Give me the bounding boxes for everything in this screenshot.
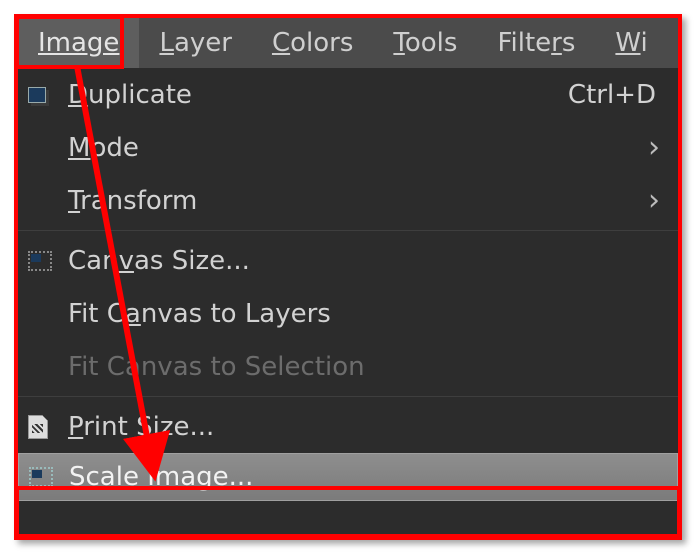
menu-item-label: Duplicate bbox=[68, 80, 192, 110]
menu-bar: Image Layer Colors Tools Filters Wi bbox=[18, 18, 678, 68]
menu-item-scale-image[interactable]: Scale Image... bbox=[18, 453, 678, 501]
menu-layer-label: Layer bbox=[159, 28, 232, 58]
menu-item-duplicate[interactable]: Duplicate Ctrl+D bbox=[18, 68, 678, 121]
menu-separator bbox=[18, 230, 678, 231]
menu-item-label: Scale Image... bbox=[69, 462, 253, 492]
menu-windows[interactable]: Wi bbox=[595, 18, 669, 68]
canvas-icon bbox=[28, 251, 68, 271]
screenshot-frame: Image Layer Colors Tools Filters Wi Dupl… bbox=[14, 14, 682, 540]
menu-item-shortcut: Ctrl+D bbox=[568, 80, 678, 110]
duplicate-icon bbox=[28, 87, 68, 103]
menu-item-label: Fit Canvas to Selection bbox=[68, 352, 365, 382]
image-menu-dropdown: Duplicate Ctrl+D Mode › Transform › Canv… bbox=[18, 68, 678, 536]
menu-item-print-size[interactable]: Print Size... bbox=[18, 400, 678, 453]
scale-icon bbox=[29, 467, 69, 487]
menu-filters-label: Filters bbox=[497, 28, 575, 58]
menu-tools-label: Tools bbox=[393, 28, 457, 58]
menu-colors-label: Colors bbox=[272, 28, 353, 58]
menu-item-label: Transform bbox=[68, 186, 197, 216]
menu-item-label: Mode bbox=[68, 133, 139, 163]
menu-tools[interactable]: Tools bbox=[373, 18, 477, 68]
menu-item-label: Print Size... bbox=[68, 412, 214, 442]
menu-windows-label: Wi bbox=[615, 28, 647, 58]
menu-layer[interactable]: Layer bbox=[139, 18, 252, 68]
chevron-right-icon: › bbox=[648, 183, 678, 218]
menu-item-fit-canvas-layers[interactable]: Fit Canvas to Layers bbox=[18, 287, 678, 340]
menu-separator bbox=[18, 396, 678, 397]
menu-item-label: Fit Canvas to Layers bbox=[68, 299, 331, 329]
menu-item-label: Canvas Size... bbox=[68, 246, 250, 276]
chevron-right-icon: › bbox=[648, 130, 678, 165]
menu-colors[interactable]: Colors bbox=[252, 18, 373, 68]
menu-image[interactable]: Image bbox=[18, 18, 139, 68]
menu-item-mode[interactable]: Mode › bbox=[18, 121, 678, 174]
menu-item-fit-canvas-selection: Fit Canvas to Selection bbox=[18, 340, 678, 393]
menu-item-transform[interactable]: Transform › bbox=[18, 174, 678, 227]
menu-filters[interactable]: Filters bbox=[477, 18, 595, 68]
menu-item-canvas-size[interactable]: Canvas Size... bbox=[18, 234, 678, 287]
print-icon bbox=[28, 415, 68, 439]
